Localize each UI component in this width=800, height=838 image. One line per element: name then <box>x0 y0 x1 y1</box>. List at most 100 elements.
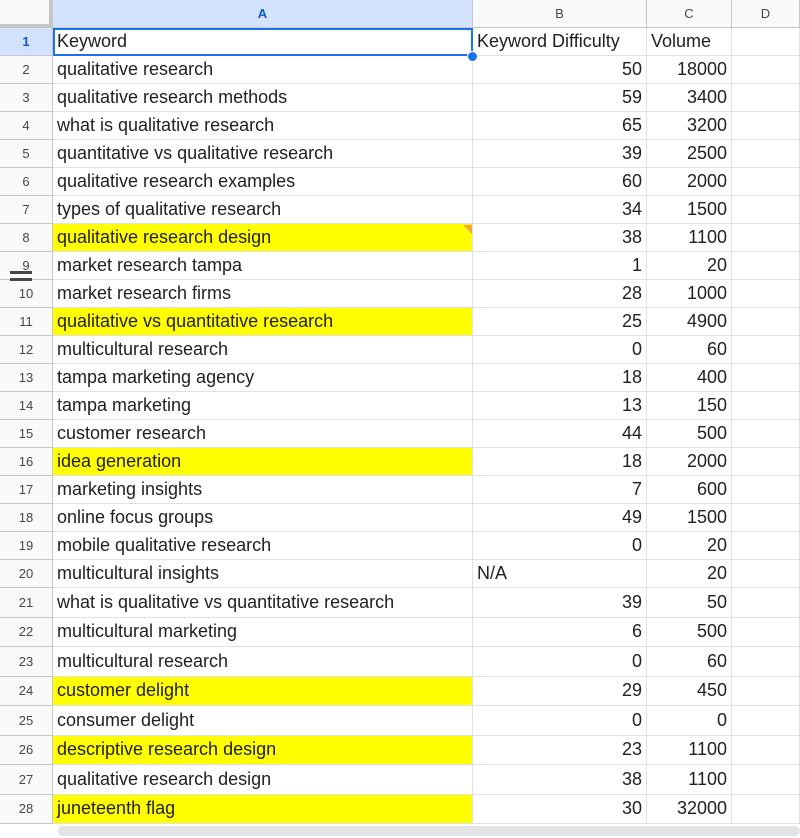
cell-empty[interactable] <box>732 252 800 280</box>
cell-volume[interactable]: 1000 <box>647 280 732 308</box>
cell-volume[interactable]: Volume <box>647 28 732 56</box>
cell-keyword[interactable]: quantitative vs qualitative research <box>53 140 473 168</box>
cell-difficulty[interactable]: 0 <box>473 647 647 677</box>
cell-keyword[interactable]: online focus groups <box>53 504 473 532</box>
cell-keyword[interactable]: multicultural marketing <box>53 617 473 647</box>
cell-keyword[interactable]: qualitative research design <box>53 765 473 795</box>
row-header[interactable]: 1 <box>0 28 53 56</box>
cell-difficulty[interactable]: 0 <box>473 532 647 560</box>
row-header[interactable]: 14 <box>0 392 53 420</box>
cell-keyword[interactable]: what is qualitative vs quantitative rese… <box>53 588 473 618</box>
cell-keyword[interactable]: idea generation <box>53 448 473 476</box>
row-header[interactable]: 16 <box>0 448 53 476</box>
cell-volume[interactable]: 32000 <box>647 794 732 824</box>
select-all-corner[interactable] <box>0 0 53 28</box>
cell-empty[interactable] <box>732 280 800 308</box>
cell-difficulty[interactable]: 0 <box>473 706 647 736</box>
cell-keyword[interactable]: qualitative research examples <box>53 168 473 196</box>
cell-volume[interactable]: 1100 <box>647 224 732 252</box>
column-header-b[interactable]: B <box>473 0 647 28</box>
cell-volume[interactable]: 18000 <box>647 56 732 84</box>
cell-volume[interactable]: 20 <box>647 560 732 588</box>
cell-empty[interactable] <box>732 84 800 112</box>
row-header[interactable]: 23 <box>0 647 53 677</box>
cell-keyword[interactable]: customer delight <box>53 676 473 706</box>
row-header[interactable]: 15 <box>0 420 53 448</box>
cell-volume[interactable]: 60 <box>647 647 732 677</box>
hidden-rows-marker[interactable] <box>10 278 32 281</box>
hidden-rows-marker[interactable] <box>10 271 32 274</box>
row-header[interactable]: 17 <box>0 476 53 504</box>
cell-difficulty[interactable]: 65 <box>473 112 647 140</box>
row-header[interactable]: 5 <box>0 140 53 168</box>
cell-volume[interactable]: 2000 <box>647 168 732 196</box>
cell-keyword[interactable]: market research firms <box>53 280 473 308</box>
cell-difficulty[interactable]: 59 <box>473 84 647 112</box>
row-header[interactable]: 2 <box>0 56 53 84</box>
cell-empty[interactable] <box>732 794 800 824</box>
cell-keyword[interactable]: marketing insights <box>53 476 473 504</box>
cell-difficulty[interactable]: 29 <box>473 676 647 706</box>
cell-difficulty[interactable]: 28 <box>473 280 647 308</box>
cell-empty[interactable] <box>732 735 800 765</box>
cell-difficulty[interactable]: 30 <box>473 794 647 824</box>
cell-volume[interactable]: 4900 <box>647 308 732 336</box>
cell-empty[interactable] <box>732 196 800 224</box>
cell-volume[interactable]: 2500 <box>647 140 732 168</box>
cell-keyword[interactable]: qualitative research design <box>53 224 473 252</box>
cell-volume[interactable]: 2000 <box>647 448 732 476</box>
spreadsheet-grid[interactable]: A B C D 1 Keyword Keyword Difficulty Volume 2 qua… <box>0 0 800 838</box>
cell-difficulty[interactable]: 49 <box>473 504 647 532</box>
row-header[interactable]: 22 <box>0 617 53 647</box>
cell-keyword[interactable]: qualitative research methods <box>53 84 473 112</box>
cell-volume[interactable]: 600 <box>647 476 732 504</box>
cell-volume[interactable]: 20 <box>647 252 732 280</box>
cell-empty[interactable] <box>732 504 800 532</box>
cell-difficulty[interactable]: 6 <box>473 617 647 647</box>
horizontal-scrollbar[interactable] <box>58 826 800 836</box>
cell-keyword[interactable]: mobile qualitative research <box>53 532 473 560</box>
cell-empty[interactable] <box>732 706 800 736</box>
cell-difficulty[interactable]: 18 <box>473 448 647 476</box>
cell-keyword[interactable]: qualitative research <box>53 56 473 84</box>
cell-difficulty[interactable]: 38 <box>473 224 647 252</box>
cell-empty[interactable] <box>732 617 800 647</box>
cell-empty[interactable] <box>732 364 800 392</box>
row-header[interactable]: 24 <box>0 676 53 706</box>
cell-empty[interactable] <box>732 56 800 84</box>
cell-keyword[interactable]: consumer delight <box>53 706 473 736</box>
cell-empty[interactable] <box>732 308 800 336</box>
row-header[interactable]: 12 <box>0 336 53 364</box>
cell-keyword[interactable]: qualitative vs quantitative research <box>53 308 473 336</box>
cell-empty[interactable] <box>732 476 800 504</box>
cell-empty[interactable] <box>732 588 800 618</box>
cell-volume[interactable]: 150 <box>647 392 732 420</box>
cell-keyword[interactable]: multicultural research <box>53 336 473 364</box>
cell-volume[interactable]: 400 <box>647 364 732 392</box>
cell-volume[interactable]: 1500 <box>647 504 732 532</box>
cell-difficulty[interactable]: 60 <box>473 168 647 196</box>
cell-volume[interactable]: 50 <box>647 588 732 618</box>
cell-empty[interactable] <box>732 168 800 196</box>
cell-difficulty[interactable]: 7 <box>473 476 647 504</box>
cell-keyword[interactable]: tampa marketing <box>53 392 473 420</box>
cell-empty[interactable] <box>732 676 800 706</box>
cell-volume[interactable]: 450 <box>647 676 732 706</box>
cell-keyword[interactable]: multicultural insights <box>53 560 473 588</box>
row-header[interactable]: 21 <box>0 588 53 618</box>
row-header[interactable]: 27 <box>0 765 53 795</box>
row-header[interactable]: 26 <box>0 735 53 765</box>
row-header[interactable]: 6 <box>0 168 53 196</box>
row-header[interactable]: 28 <box>0 794 53 824</box>
cell-keyword[interactable]: descriptive research design <box>53 735 473 765</box>
cell-keyword[interactable]: juneteenth flag <box>53 794 473 824</box>
cell-difficulty[interactable]: 39 <box>473 140 647 168</box>
cell-volume[interactable]: 500 <box>647 617 732 647</box>
comment-indicator-icon[interactable] <box>463 225 472 234</box>
cell-keyword[interactable]: market research tampa <box>53 252 473 280</box>
cell-volume[interactable]: 3200 <box>647 112 732 140</box>
cell-difficulty[interactable]: 23 <box>473 735 647 765</box>
cell-volume[interactable]: 3400 <box>647 84 732 112</box>
cell-empty[interactable] <box>732 28 800 56</box>
cell-volume[interactable]: 1100 <box>647 765 732 795</box>
